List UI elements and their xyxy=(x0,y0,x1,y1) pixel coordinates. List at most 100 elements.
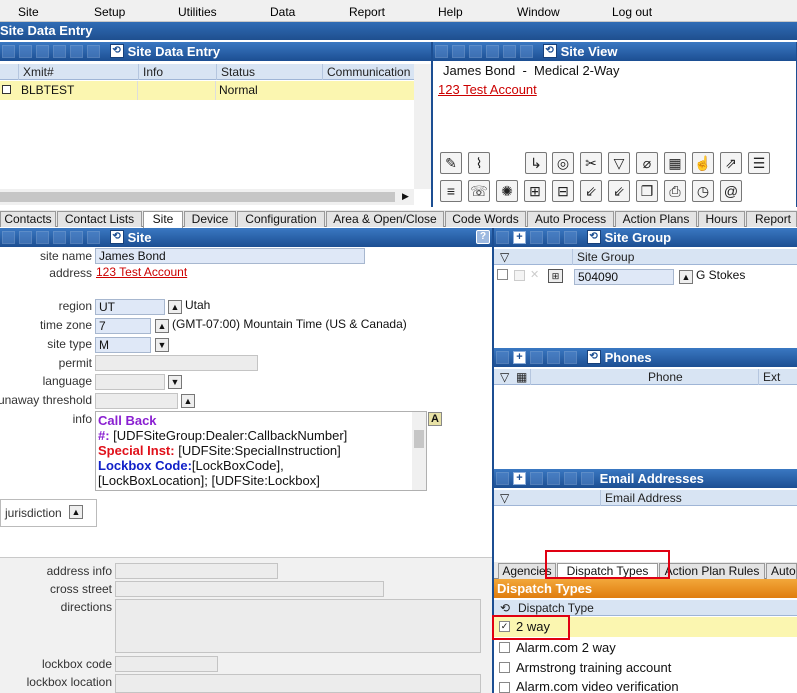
permit-input[interactable] xyxy=(95,355,258,371)
tab-action-plan-rules[interactable]: Action Plan Rules xyxy=(659,563,765,579)
region-lookup-button[interactable]: ▲ xyxy=(168,300,182,314)
toolbar-icon[interactable] xyxy=(564,472,577,485)
tab-action-plans[interactable]: Action Plans xyxy=(615,211,697,227)
network-icon[interactable]: ⊟ xyxy=(552,180,574,202)
list-item[interactable]: Alarm.com video verification xyxy=(494,678,797,693)
refresh-icon[interactable]: ⟲ xyxy=(586,350,601,364)
dispatch-checkbox[interactable] xyxy=(499,682,510,693)
toolbar-icon[interactable] xyxy=(547,231,560,244)
menu-help[interactable]: Help xyxy=(438,5,463,19)
signal-icon[interactable]: ✺ xyxy=(496,180,518,202)
toolbar-icon[interactable] xyxy=(435,45,448,58)
menu-logout[interactable]: Log out xyxy=(612,5,652,19)
tab-site[interactable]: Site xyxy=(143,211,183,228)
tab-hours[interactable]: Hours xyxy=(698,211,745,227)
col-status[interactable]: Status xyxy=(216,64,322,80)
runaway-threshold-input[interactable] xyxy=(95,393,178,409)
toolbar-icon[interactable] xyxy=(19,231,32,244)
toolbar-icon[interactable] xyxy=(547,351,560,364)
toolbar-icon[interactable] xyxy=(520,45,533,58)
toolbar-icon[interactable] xyxy=(581,472,594,485)
list-item[interactable]: Alarm.com 2 way xyxy=(494,638,797,658)
toolbar-icon[interactable]: + xyxy=(513,472,526,485)
refresh-icon[interactable]: ⟲ xyxy=(586,230,601,244)
directions-textarea[interactable] xyxy=(115,599,481,653)
calculator-icon[interactable]: ▦ xyxy=(664,152,686,174)
scroll-thumb[interactable] xyxy=(414,430,424,448)
tab-configuration[interactable]: Configuration xyxy=(237,211,325,227)
arrow-icon[interactable]: ↳ xyxy=(525,152,547,174)
address-link[interactable]: 123 Test Account xyxy=(96,265,187,279)
tab-contact-lists[interactable]: Contact Lists xyxy=(57,211,142,227)
hierarchy-icon[interactable]: ⊞ xyxy=(524,180,546,202)
col-ext[interactable]: Ext xyxy=(758,369,797,385)
toolbar-icon[interactable] xyxy=(53,231,66,244)
refresh-icon[interactable]: ⟲ xyxy=(496,600,512,616)
toolbar-icon[interactable] xyxy=(53,45,66,58)
refresh-icon[interactable]: ⟲ xyxy=(109,44,124,58)
toolbar-icon[interactable] xyxy=(530,351,543,364)
copy-icon[interactable]: ❐ xyxy=(636,180,658,202)
address-info-input[interactable] xyxy=(115,563,278,579)
fingerprint-icon[interactable]: ◎ xyxy=(552,152,574,174)
toolbar-icon[interactable] xyxy=(564,231,577,244)
info-rich-text[interactable]: Call Back #: [UDFSiteGroup:Dealer:Callbac… xyxy=(95,411,427,491)
col-dispatch-type[interactable]: Dispatch Type xyxy=(514,600,797,616)
list-arrow-icon[interactable]: ≡ xyxy=(440,180,462,202)
email-icon[interactable]: @ xyxy=(720,180,742,202)
toolbar-icon[interactable]: + xyxy=(513,351,526,364)
col-xmit[interactable]: Xmit# xyxy=(18,64,138,80)
toolbar-icon[interactable] xyxy=(496,351,509,364)
site-type-input[interactable]: M xyxy=(95,337,151,353)
site-view-account-link[interactable]: 123 Test Account xyxy=(438,82,537,97)
filter-icon[interactable]: ▽ xyxy=(496,369,512,385)
scroll-thumb[interactable] xyxy=(0,192,395,202)
hand-icon[interactable]: ☝ xyxy=(692,152,714,174)
site-group-input[interactable]: 504090 xyxy=(574,269,674,285)
lockbox-code-input[interactable] xyxy=(115,656,218,672)
site-name-input[interactable]: James Bond xyxy=(95,248,365,264)
dispatch-checkbox[interactable] xyxy=(499,642,510,653)
toolbar-icon[interactable] xyxy=(496,472,509,485)
toolbar-icon[interactable] xyxy=(452,45,465,58)
list-item[interactable]: Armstrong training account xyxy=(494,658,797,678)
info-scrollbar[interactable] xyxy=(412,412,426,490)
font-icon[interactable]: A xyxy=(428,412,442,426)
help-icon[interactable]: ? xyxy=(476,230,490,244)
tab-report[interactable]: Report xyxy=(746,211,797,227)
menu-window[interactable]: Window xyxy=(517,5,560,19)
toolbar-icon[interactable] xyxy=(87,45,100,58)
col-site-group[interactable]: Site Group xyxy=(572,249,797,265)
col-phone[interactable]: Phone xyxy=(530,369,751,385)
lockbox-location-input[interactable] xyxy=(115,674,481,693)
menu-utilities[interactable]: Utilities xyxy=(178,5,217,19)
toolbar-icon[interactable]: + xyxy=(513,231,526,244)
notes-icon[interactable]: ✎ xyxy=(440,152,462,174)
horizontal-scrollbar[interactable]: ▶ xyxy=(0,189,414,205)
site-type-dropdown[interactable]: ▼ xyxy=(155,338,169,352)
toolbar-icon[interactable] xyxy=(19,45,32,58)
menu-report[interactable]: Report xyxy=(349,5,385,19)
toolbar-icon[interactable] xyxy=(547,472,560,485)
calculator-icon[interactable]: ▦ xyxy=(512,369,527,385)
toolbar-icon[interactable] xyxy=(70,231,83,244)
time-zone-input[interactable]: 7 xyxy=(95,318,151,334)
filter-icon[interactable]: ▽ xyxy=(496,490,512,506)
region-input[interactable]: UT xyxy=(95,299,165,315)
dispatch-checkbox[interactable] xyxy=(499,662,510,673)
toolbar-icon[interactable] xyxy=(496,231,509,244)
scroll-right-icon[interactable]: ▶ xyxy=(402,191,409,202)
tab-auto[interactable]: Auto xyxy=(766,563,797,579)
language-dropdown[interactable]: ▼ xyxy=(168,375,182,389)
tab-contacts[interactable]: Contacts xyxy=(0,211,56,227)
filter-icon[interactable]: ▽ xyxy=(608,152,630,174)
toolbar-icon[interactable] xyxy=(36,231,49,244)
runaway-threshold-spinner[interactable]: ▲ xyxy=(181,394,195,408)
tab-code-words[interactable]: Code Words xyxy=(445,211,526,227)
import-icon[interactable]: ⇙ xyxy=(608,180,630,202)
menu-setup[interactable]: Setup xyxy=(94,5,125,19)
clock-icon[interactable]: ◷ xyxy=(692,180,714,202)
toolbar-icon[interactable] xyxy=(530,472,543,485)
toolbar-icon[interactable] xyxy=(87,231,100,244)
toolbar-icon[interactable] xyxy=(503,45,516,58)
